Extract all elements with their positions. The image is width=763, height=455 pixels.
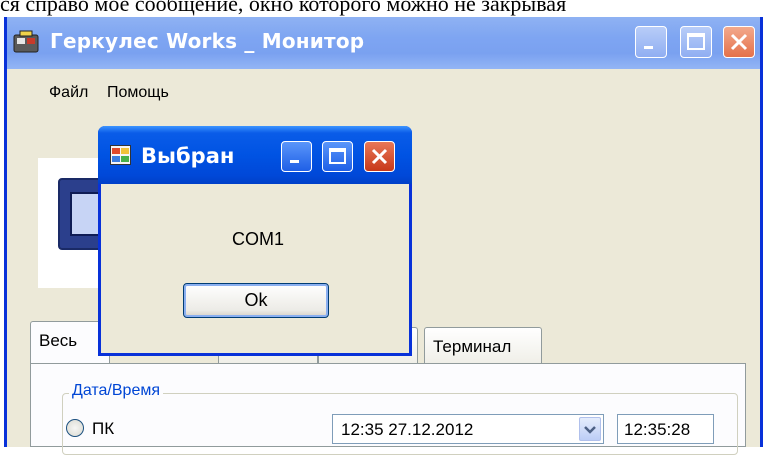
dialog-title-bar[interactable]: Выбран [98, 126, 412, 184]
dialog-title: Выбран [141, 144, 235, 168]
main-title-bar[interactable]: Геркулес Works _ Монитор [7, 17, 760, 69]
ok-button[interactable]: Ok [183, 283, 329, 318]
tab-terminal-label: Терминал [433, 337, 512, 356]
maximize-button[interactable] [680, 26, 712, 58]
dialog-minimize-button[interactable] [281, 141, 312, 172]
datetime-dropdown-button[interactable] [579, 417, 601, 441]
datetime-combo[interactable]: 12:35 27.12.2012 [332, 414, 604, 444]
close-icon [371, 148, 388, 165]
pc-radio-label: ПК [92, 419, 115, 438]
logo-panel [38, 158, 112, 288]
tab-terminal[interactable]: Терминал [424, 327, 542, 363]
selected-dialog: Выбран COM1 Ok [98, 126, 412, 356]
close-button[interactable] [723, 26, 755, 58]
maximize-icon [687, 33, 705, 50]
menu-help[interactable]: Помощь [107, 84, 169, 102]
dialog-icon [110, 145, 131, 165]
main-window-title: Геркулес Works _ Монитор [50, 29, 365, 53]
time-field[interactable]: 12:35:28 [617, 414, 714, 444]
dialog-maximize-button[interactable] [322, 141, 353, 172]
app-icon [13, 30, 39, 53]
datetime-combo-value: 12:35 27.12.2012 [341, 420, 474, 439]
document-text: ся справо мое сообщение, окно которого м… [0, 0, 567, 16]
menu-file[interactable]: Файл [49, 84, 88, 102]
minimize-icon [290, 160, 299, 163]
minimize-icon [644, 46, 653, 49]
dialog-close-button[interactable] [364, 141, 395, 172]
time-field-value: 12:35:28 [624, 420, 691, 439]
menu-bar: Файл Помощь [7, 69, 760, 117]
minimize-button[interactable] [635, 26, 667, 58]
chevron-down-icon [584, 426, 596, 434]
dialog-message: COM1 [231, 229, 284, 249]
close-icon [730, 33, 748, 51]
maximize-icon [329, 148, 346, 164]
date-time-legend: Дата/Время [69, 382, 164, 400]
pc-radio[interactable] [66, 419, 84, 437]
tab-all-label: Весь [39, 331, 78, 350]
